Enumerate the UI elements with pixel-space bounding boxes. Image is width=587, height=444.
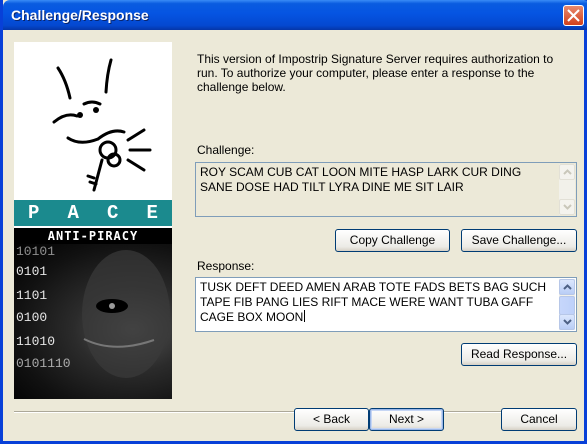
pace-letter: C <box>107 202 119 224</box>
chevron-up-icon <box>563 284 572 290</box>
binary-face-image: 10101 0101 1101 0100 11010 0101110 <box>14 244 172 399</box>
pace-band: P A C E <box>14 200 172 226</box>
save-challenge-button[interactable]: Save Challenge... <box>461 229 577 252</box>
pace-letter: P <box>28 202 40 224</box>
challenge-response-dialog: Challenge/Response P A C E ANTI-PIRACY 1… <box>0 0 587 444</box>
next-button[interactable]: Next > <box>369 408 444 431</box>
scroll-down-button[interactable] <box>559 199 575 215</box>
chevron-up-icon <box>563 169 572 175</box>
cancel-button[interactable]: Cancel <box>501 408 577 431</box>
dog-with-key-icon <box>52 58 152 192</box>
response-text[interactable]: TUSK DEFT DEED AMEN ARAB TOTE FADS BETS … <box>200 280 546 324</box>
scroll-up-button[interactable] <box>559 164 575 180</box>
chevron-down-icon <box>563 204 572 210</box>
window-title: Challenge/Response <box>11 7 149 23</box>
text-caret <box>304 310 306 322</box>
intro-text: This version of Impostrip Signature Serv… <box>197 52 554 94</box>
read-response-button[interactable]: Read Response... <box>461 343 577 366</box>
close-button[interactable] <box>563 5 584 26</box>
copy-challenge-button[interactable]: Copy Challenge <box>335 229 450 252</box>
back-button[interactable]: < Back <box>294 408 369 431</box>
challenge-scrollbar[interactable] <box>559 164 575 215</box>
challenge-label: Challenge: <box>197 143 255 157</box>
response-label: Response: <box>197 259 255 273</box>
close-icon <box>567 9 580 22</box>
pace-anti-piracy-logo: P A C E ANTI-PIRACY 10101 0101 1101 0100… <box>14 42 172 399</box>
title-bar[interactable]: Challenge/Response <box>3 0 587 30</box>
scroll-thumb[interactable] <box>559 296 575 315</box>
challenge-textbox[interactable]: ROY SCAM CUB CAT LOON MITE HASP LARK CUR… <box>195 162 577 217</box>
face-graphic <box>82 250 170 378</box>
response-textbox[interactable]: TUSK DEFT DEED AMEN ARAB TOTE FADS BETS … <box>195 277 577 332</box>
pace-letter: A <box>67 202 79 224</box>
scroll-up-button[interactable] <box>559 279 575 295</box>
response-scrollbar[interactable] <box>559 279 575 330</box>
scroll-down-button[interactable] <box>559 314 575 330</box>
chevron-down-icon <box>563 319 572 325</box>
pace-letter: E <box>146 202 158 224</box>
anti-piracy-label: ANTI-PIRACY <box>14 228 172 244</box>
challenge-text: ROY SCAM CUB CAT LOON MITE HASP LARK CUR… <box>200 165 522 194</box>
